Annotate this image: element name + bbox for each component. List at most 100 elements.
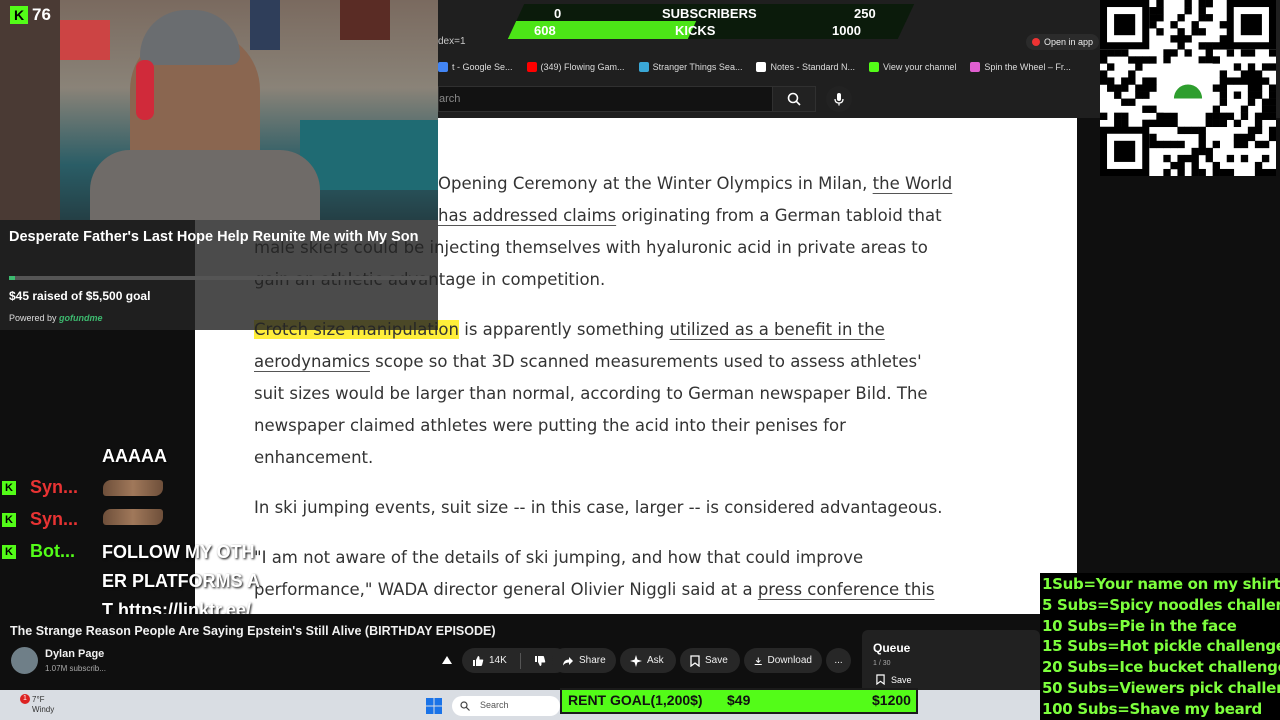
emote-icon <box>103 509 163 525</box>
gofundme-logo: gofundme <box>59 313 103 323</box>
fundraiser-progress <box>9 276 429 280</box>
thumbs-down-icon[interactable] <box>534 655 546 667</box>
fundraiser-powered-by: Powered by gofundme <box>9 313 103 323</box>
bookmark-label: Stranger Things Sea... <box>652 62 743 72</box>
queue-panel: Queue 1 / 30 Save <box>862 630 1040 690</box>
subscribers-current: 0 <box>554 6 562 21</box>
bookmark-favicon-icon <box>438 62 448 72</box>
bookmark-item[interactable]: View your channel <box>869 62 956 72</box>
more-actions-button[interactable]: ... <box>826 648 851 673</box>
bookmark-favicon-icon <box>970 62 981 72</box>
bookmark-item[interactable]: t - Google Se... <box>438 62 513 72</box>
search-icon <box>787 92 801 106</box>
fundraiser-progress-fill <box>9 276 16 280</box>
notification-badge: 1 <box>20 694 30 704</box>
microphone-icon <box>834 93 844 106</box>
article-paragraph: In ski jumping events, suit size -- in t… <box>254 498 943 517</box>
kick-badge-icon: K <box>2 513 16 527</box>
address-bar-text[interactable]: dex=1 <box>438 36 466 47</box>
kick-logo-icon <box>1163 63 1213 113</box>
bookmark-icon <box>876 674 885 685</box>
bookmark-item[interactable]: Spin the Wheel – Fr... <box>970 62 1071 72</box>
kicks-goal: 1000 <box>832 23 861 38</box>
bookmark-favicon-icon <box>869 62 879 72</box>
chat-message: AAAAA <box>102 446 167 466</box>
channel-name[interactable]: Dylan Page <box>45 648 104 660</box>
sub-goal-item: 100 Subs=Shave my beard <box>1042 699 1262 718</box>
bookmark-favicon-icon <box>638 62 649 72</box>
sub-goal-item: 50 Subs=Viewers pick challenge <box>1042 679 1280 697</box>
sparkle-icon <box>630 654 642 667</box>
share-icon <box>563 656 573 665</box>
fundraiser-raised: $45 raised of $5,500 goal <box>9 289 151 303</box>
qr-code <box>1100 0 1277 177</box>
sub-goal-item: 1Sub=Your name on my shirt <box>1042 575 1280 593</box>
queue-count: 1 / 30 <box>873 660 891 667</box>
windows-start-icon[interactable] <box>426 698 442 714</box>
article-line: newspaper claimed athletes were putting … <box>254 416 846 435</box>
ask-button[interactable]: Ask <box>620 648 676 673</box>
article-line: performance," WADA director general Oliv… <box>254 580 935 599</box>
article-line: has addressed claims originating from a … <box>438 206 942 225</box>
rent-goal-label: RENT GOAL(1,200$) <box>568 692 703 708</box>
subscribers-goal: 250 <box>854 6 876 21</box>
subscribers-label: SUBSCRIBERS <box>662 6 757 21</box>
article-line: aerodynamics scope so that 3D scanned me… <box>254 352 922 371</box>
video-title: The Strange Reason People Are Saying Eps… <box>10 624 496 638</box>
sub-goal-item: 15 Subs=Hot pickle challenge <box>1042 637 1280 656</box>
fundraiser-title: Desperate Father's Last Hope Help Reunit… <box>9 229 419 245</box>
kick-badge-icon: K <box>2 481 16 495</box>
download-button[interactable]: Download <box>744 648 822 673</box>
chat-username: Syn... <box>30 509 79 529</box>
share-button[interactable]: Share <box>552 648 616 673</box>
bookmark-favicon-icon <box>756 62 767 72</box>
kick-logo-icon: K <box>10 6 28 24</box>
download-icon <box>754 656 762 665</box>
bookmark-item[interactable]: (349) Flowing Gam... <box>526 62 625 72</box>
bookmark-label: View your channel <box>883 62 957 72</box>
weather-widget[interactable]: 7°F Windy <box>32 695 54 715</box>
viewer-count: K 76 <box>10 5 51 25</box>
youtube-search-input[interactable]: arch <box>438 86 772 112</box>
bookmark-item[interactable]: Stranger Things Sea... <box>638 62 743 72</box>
sub-goal-item: 5 Subs=Spicy noodles challenge <box>1042 595 1280 614</box>
bookmark-item[interactable]: Notes - Standard N... <box>756 62 855 72</box>
hype-icon[interactable] <box>440 654 454 668</box>
chat-username: Syn... <box>30 477 79 497</box>
queue-save-button[interactable]: Save <box>876 674 912 685</box>
qr-code-graphic <box>1100 0 1277 177</box>
subscriber-count: 1.07M subscrib... <box>45 664 106 673</box>
bookmark-label: Spin the Wheel – Fr... <box>984 62 1071 72</box>
channel-avatar[interactable] <box>11 647 38 674</box>
bookmark-icon <box>690 654 700 667</box>
kicks-current: 608 <box>534 23 556 38</box>
bookmark-label: (349) Flowing Gam... <box>540 62 625 72</box>
bookmark-label: Notes - Standard N... <box>770 62 855 72</box>
webcam-feed <box>0 0 438 220</box>
bookmark-favicon-icon <box>526 62 537 72</box>
article-line: enhancement. <box>254 448 374 467</box>
bookmarks-bar: t - Google Se... (349) Flowing Gam... Stra… <box>438 58 1098 76</box>
article-link[interactable]: utilized as a benefit in the <box>670 320 885 339</box>
sub-goal-item: 10 Subs=Pie in the face <box>1042 616 1237 635</box>
open-in-app-button[interactable]: Open in app <box>1026 34 1100 50</box>
chat-username: Bot... <box>30 541 75 561</box>
thumbs-up-icon <box>473 655 484 666</box>
save-button[interactable]: Save <box>680 648 740 673</box>
kick-badge-icon: K <box>2 545 16 559</box>
search-button[interactable] <box>772 86 816 112</box>
article-link[interactable]: the World <box>873 174 953 193</box>
sub-goal-item: 20 Subs=Ice bucket challenge <box>1042 658 1280 677</box>
article-line: Opening Ceremony at the Winter Olympics … <box>438 174 953 193</box>
kicks-label: KICKS <box>675 23 716 38</box>
article-link[interactable]: press conference this <box>758 580 935 599</box>
voice-search-button[interactable] <box>826 86 852 112</box>
rent-goal-current: $49 <box>727 692 751 708</box>
rent-goal-target: $1200 <box>872 692 911 708</box>
article-link[interactable]: has addressed claims <box>438 206 616 225</box>
bookmark-label: t - Google Se... <box>452 62 513 72</box>
article-link[interactable]: aerodynamics <box>254 352 370 371</box>
article-line: "I am not aware of the details of ski ju… <box>254 548 864 567</box>
emote-icon <box>103 480 163 496</box>
like-count: 14K <box>489 655 507 666</box>
